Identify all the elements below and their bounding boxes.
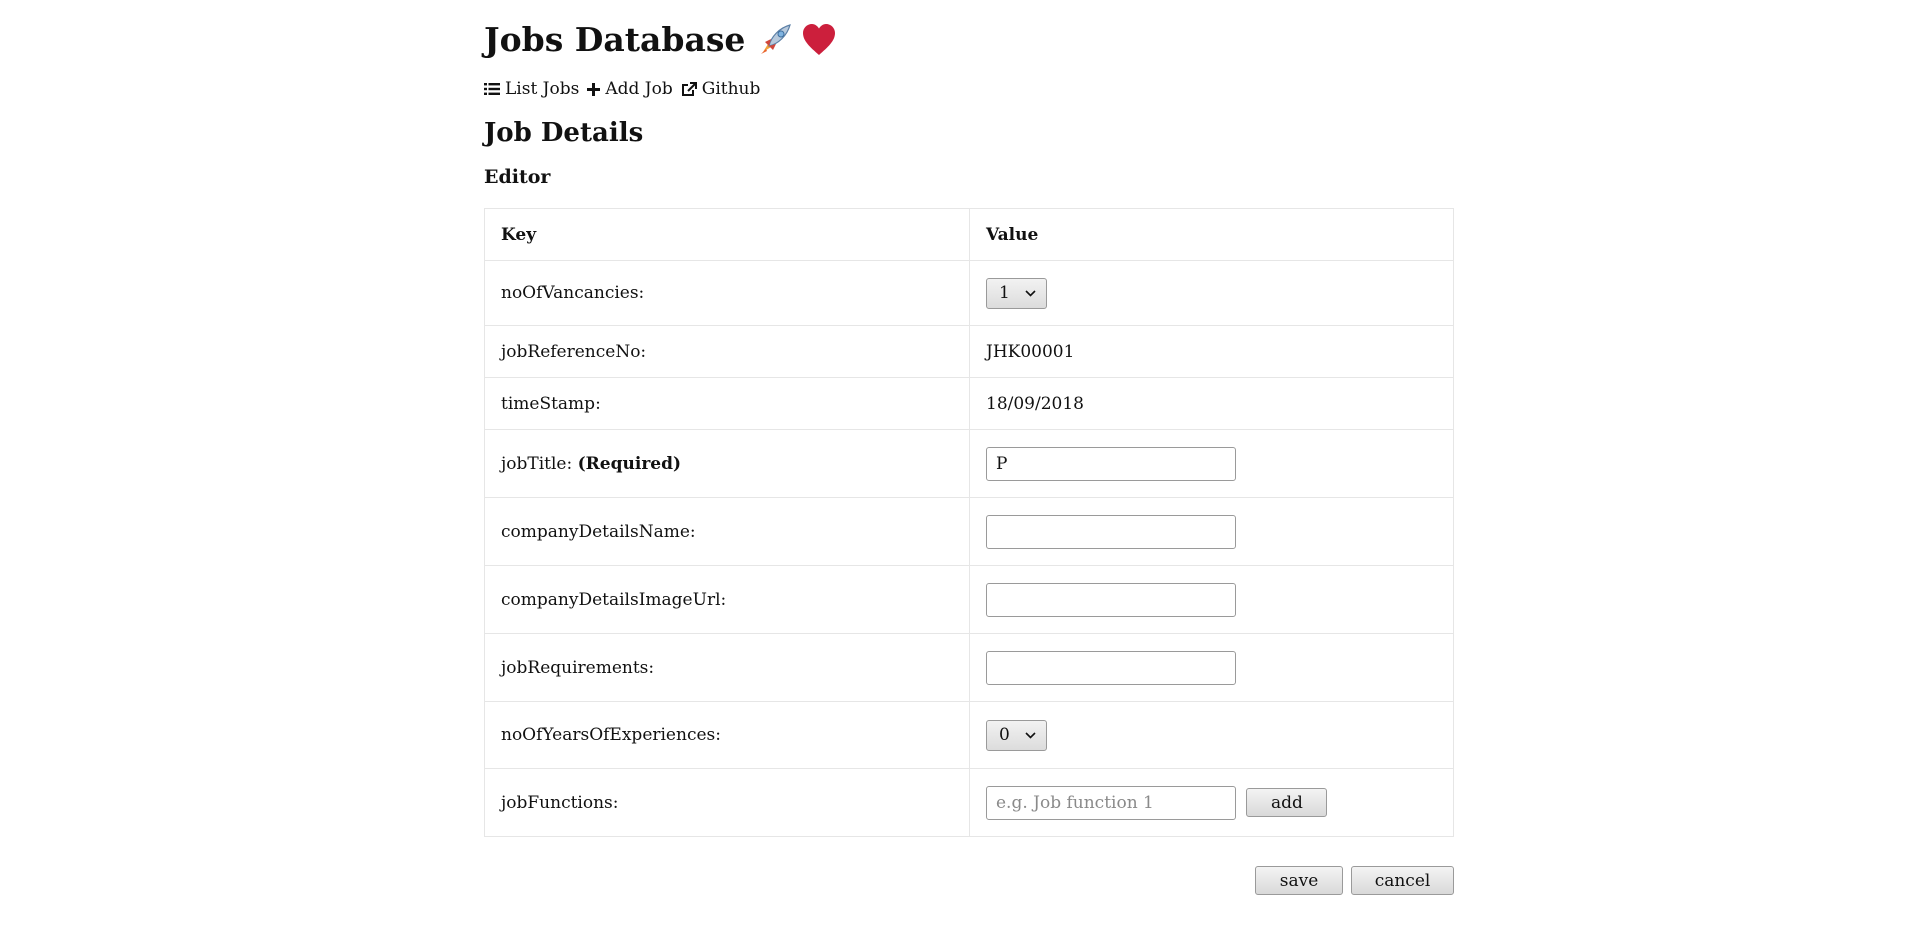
table-row: companyDetailsName: [484, 497, 1454, 566]
job-reference-value: JHK00001 [969, 325, 1454, 378]
form-actions: save cancel [1255, 866, 1454, 895]
job-title-input[interactable] [986, 446, 1236, 481]
row-value [969, 565, 1454, 634]
chevron-down-icon [1025, 731, 1036, 739]
row-value [969, 633, 1454, 702]
save-button[interactable]: save [1255, 866, 1343, 895]
editor-heading: Editor [484, 166, 551, 188]
row-label: jobFunctions: [484, 768, 970, 837]
rocket-icon [761, 24, 792, 54]
vacancies-select[interactable]: 1 [986, 277, 1047, 309]
row-label: noOfVancancies: [484, 260, 970, 326]
table-row: jobRequirements: [484, 633, 1454, 702]
company-image-url-input[interactable] [986, 582, 1236, 617]
table-row: jobTitle: (Required) [484, 429, 1454, 498]
page-heading: Job Details [484, 118, 644, 148]
top-nav: List Jobs Add Job Github [484, 78, 760, 100]
table-row: timeStamp: 18/09/2018 [484, 377, 1454, 430]
row-label: jobReferenceNo: [484, 325, 970, 378]
nav-list-jobs-label: List Jobs [505, 79, 580, 99]
plus-icon [587, 82, 601, 96]
table-row: jobReferenceNo: JHK00001 [484, 325, 1454, 378]
job-function-input[interactable] [986, 785, 1236, 820]
key-column-header: Key [484, 208, 970, 261]
row-label: timeStamp: [484, 377, 970, 430]
row-value [969, 497, 1454, 566]
years-experience-select-value: 0 [999, 725, 1010, 745]
row-label: companyDetailsImageUrl: [484, 565, 970, 634]
row-value: 1 [969, 260, 1454, 326]
table-row: companyDetailsImageUrl: [484, 565, 1454, 634]
value-column-header: Value [969, 208, 1454, 261]
chevron-down-icon [1025, 289, 1036, 297]
heart-icon [803, 24, 836, 55]
table-row: jobFunctions: add [484, 768, 1454, 837]
nav-github-label: Github [701, 79, 761, 99]
row-value [969, 429, 1454, 498]
row-value: 0 [969, 701, 1454, 769]
row-value: add [969, 768, 1454, 837]
table-row: noOfYearsOfExperiences: 0 [484, 701, 1454, 769]
add-job-function-button[interactable]: add [1246, 788, 1328, 817]
editor-table: Key Value noOfVancancies: 1 jobReference… [484, 208, 1454, 837]
cancel-button[interactable]: cancel [1351, 866, 1454, 895]
job-title-label: jobTitle: [501, 453, 573, 474]
external-link-icon [681, 81, 697, 96]
row-label: jobTitle: (Required) [484, 429, 970, 498]
row-label: companyDetailsName: [484, 497, 970, 566]
list-icon [484, 83, 500, 95]
row-label: noOfYearsOfExperiences: [484, 701, 970, 769]
years-experience-select[interactable]: 0 [986, 719, 1047, 751]
required-marker: (Required) [577, 453, 682, 474]
nav-add-job-label: Add Job [605, 79, 673, 99]
nav-github[interactable]: Github [681, 78, 761, 100]
app-title: Jobs Database [484, 18, 837, 62]
table-header-row: Key Value [484, 208, 1454, 261]
nav-add-job[interactable]: Add Job [587, 78, 673, 100]
row-label: jobRequirements: [484, 633, 970, 702]
table-row: noOfVancancies: 1 [484, 260, 1454, 326]
vacancies-select-value: 1 [999, 283, 1010, 303]
app-title-text: Jobs Database [484, 20, 746, 59]
title-icons [757, 22, 837, 58]
nav-list-jobs[interactable]: List Jobs [484, 78, 579, 100]
job-requirements-input[interactable] [986, 650, 1236, 685]
timestamp-value: 18/09/2018 [969, 377, 1454, 430]
company-name-input[interactable] [986, 514, 1236, 549]
